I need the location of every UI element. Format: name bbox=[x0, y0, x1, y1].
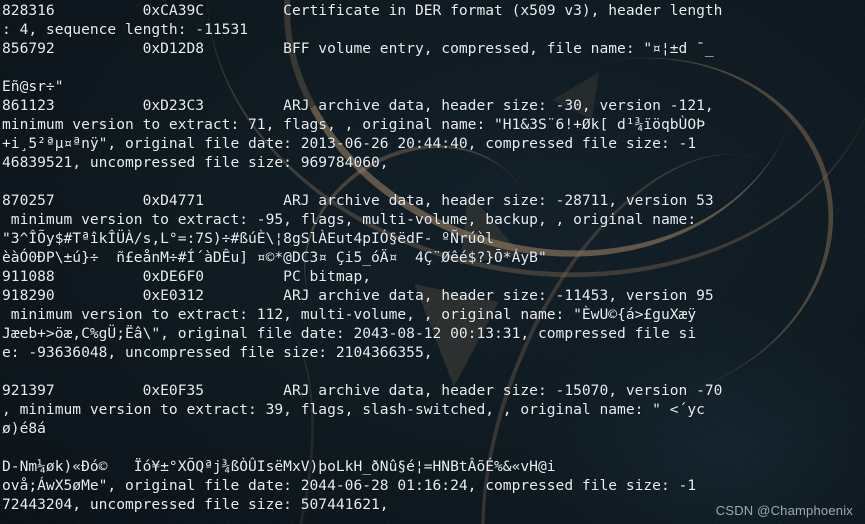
terminal-line: 918290 0xE0312 ARJ archive data, header … bbox=[2, 287, 865, 305]
terminal-line: D-Nm¼øk)«Ðó© Ïó¥±°XÕQªj¾ßÒÛIsëMxV)þoLkH_… bbox=[2, 458, 865, 476]
terminal-line: èàÓ0ÐP\±ú}÷ ñ£eånM÷#Í´àDÊu] ¤©*@DC3¤ Çi5… bbox=[2, 249, 865, 267]
terminal-line: minimum version to extract: -95, flags, … bbox=[2, 211, 865, 229]
terminal-line: minimum version to extract: 71, flags, ,… bbox=[2, 116, 865, 134]
terminal-line: 828316 0xCA39C Certificate in DER format… bbox=[2, 2, 865, 20]
terminal-line: ovå;ÁwX5øMe", original file date: 2044-0… bbox=[2, 477, 865, 495]
terminal-line: 46839521, uncompressed file size: 969784… bbox=[2, 154, 865, 172]
csdn-watermark: CSDN @Champhoenix bbox=[716, 503, 853, 518]
terminal-output[interactable]: 828316 0xCA39C Certificate in DER format… bbox=[0, 0, 865, 524]
terminal-line: : 4, sequence length: -11531 bbox=[2, 21, 865, 39]
terminal-line: 861123 0xD23C3 ARJ archive data, header … bbox=[2, 97, 865, 115]
terminal-line: Eñ@sr÷" bbox=[2, 78, 865, 96]
terminal-line: ø)é8á bbox=[2, 420, 865, 438]
terminal-line: e: -93636048, uncompressed file size: 21… bbox=[2, 344, 865, 362]
terminal-line: 921397 0xE0F35 ARJ archive data, header … bbox=[2, 382, 865, 400]
terminal-line: Jæeb+>öæ,C%gÜ;Ëâ\", original file date: … bbox=[2, 325, 865, 343]
terminal-line: 911088 0xDE6F0 PC bitmap, bbox=[2, 268, 865, 286]
terminal-line: +i¸5²ªµ¤ªnÿ", original file date: 2013-0… bbox=[2, 135, 865, 153]
terminal-line: minimum version to extract: 112, multi-v… bbox=[2, 306, 865, 324]
terminal-line: 870257 0xD4771 ARJ archive data, header … bbox=[2, 192, 865, 210]
terminal-line: 856792 0xD12D8 BFF volume entry, compres… bbox=[2, 40, 865, 58]
terminal-window[interactable]: 828316 0xCA39C Certificate in DER format… bbox=[0, 0, 865, 524]
terminal-line: , minimum version to extract: 39, flags,… bbox=[2, 401, 865, 419]
terminal-line: "3^ÎÕy$#TªîkÎÜÀ/s,L°=:7S)÷#ßúÈ\¦8gSlÀEut… bbox=[2, 230, 865, 248]
